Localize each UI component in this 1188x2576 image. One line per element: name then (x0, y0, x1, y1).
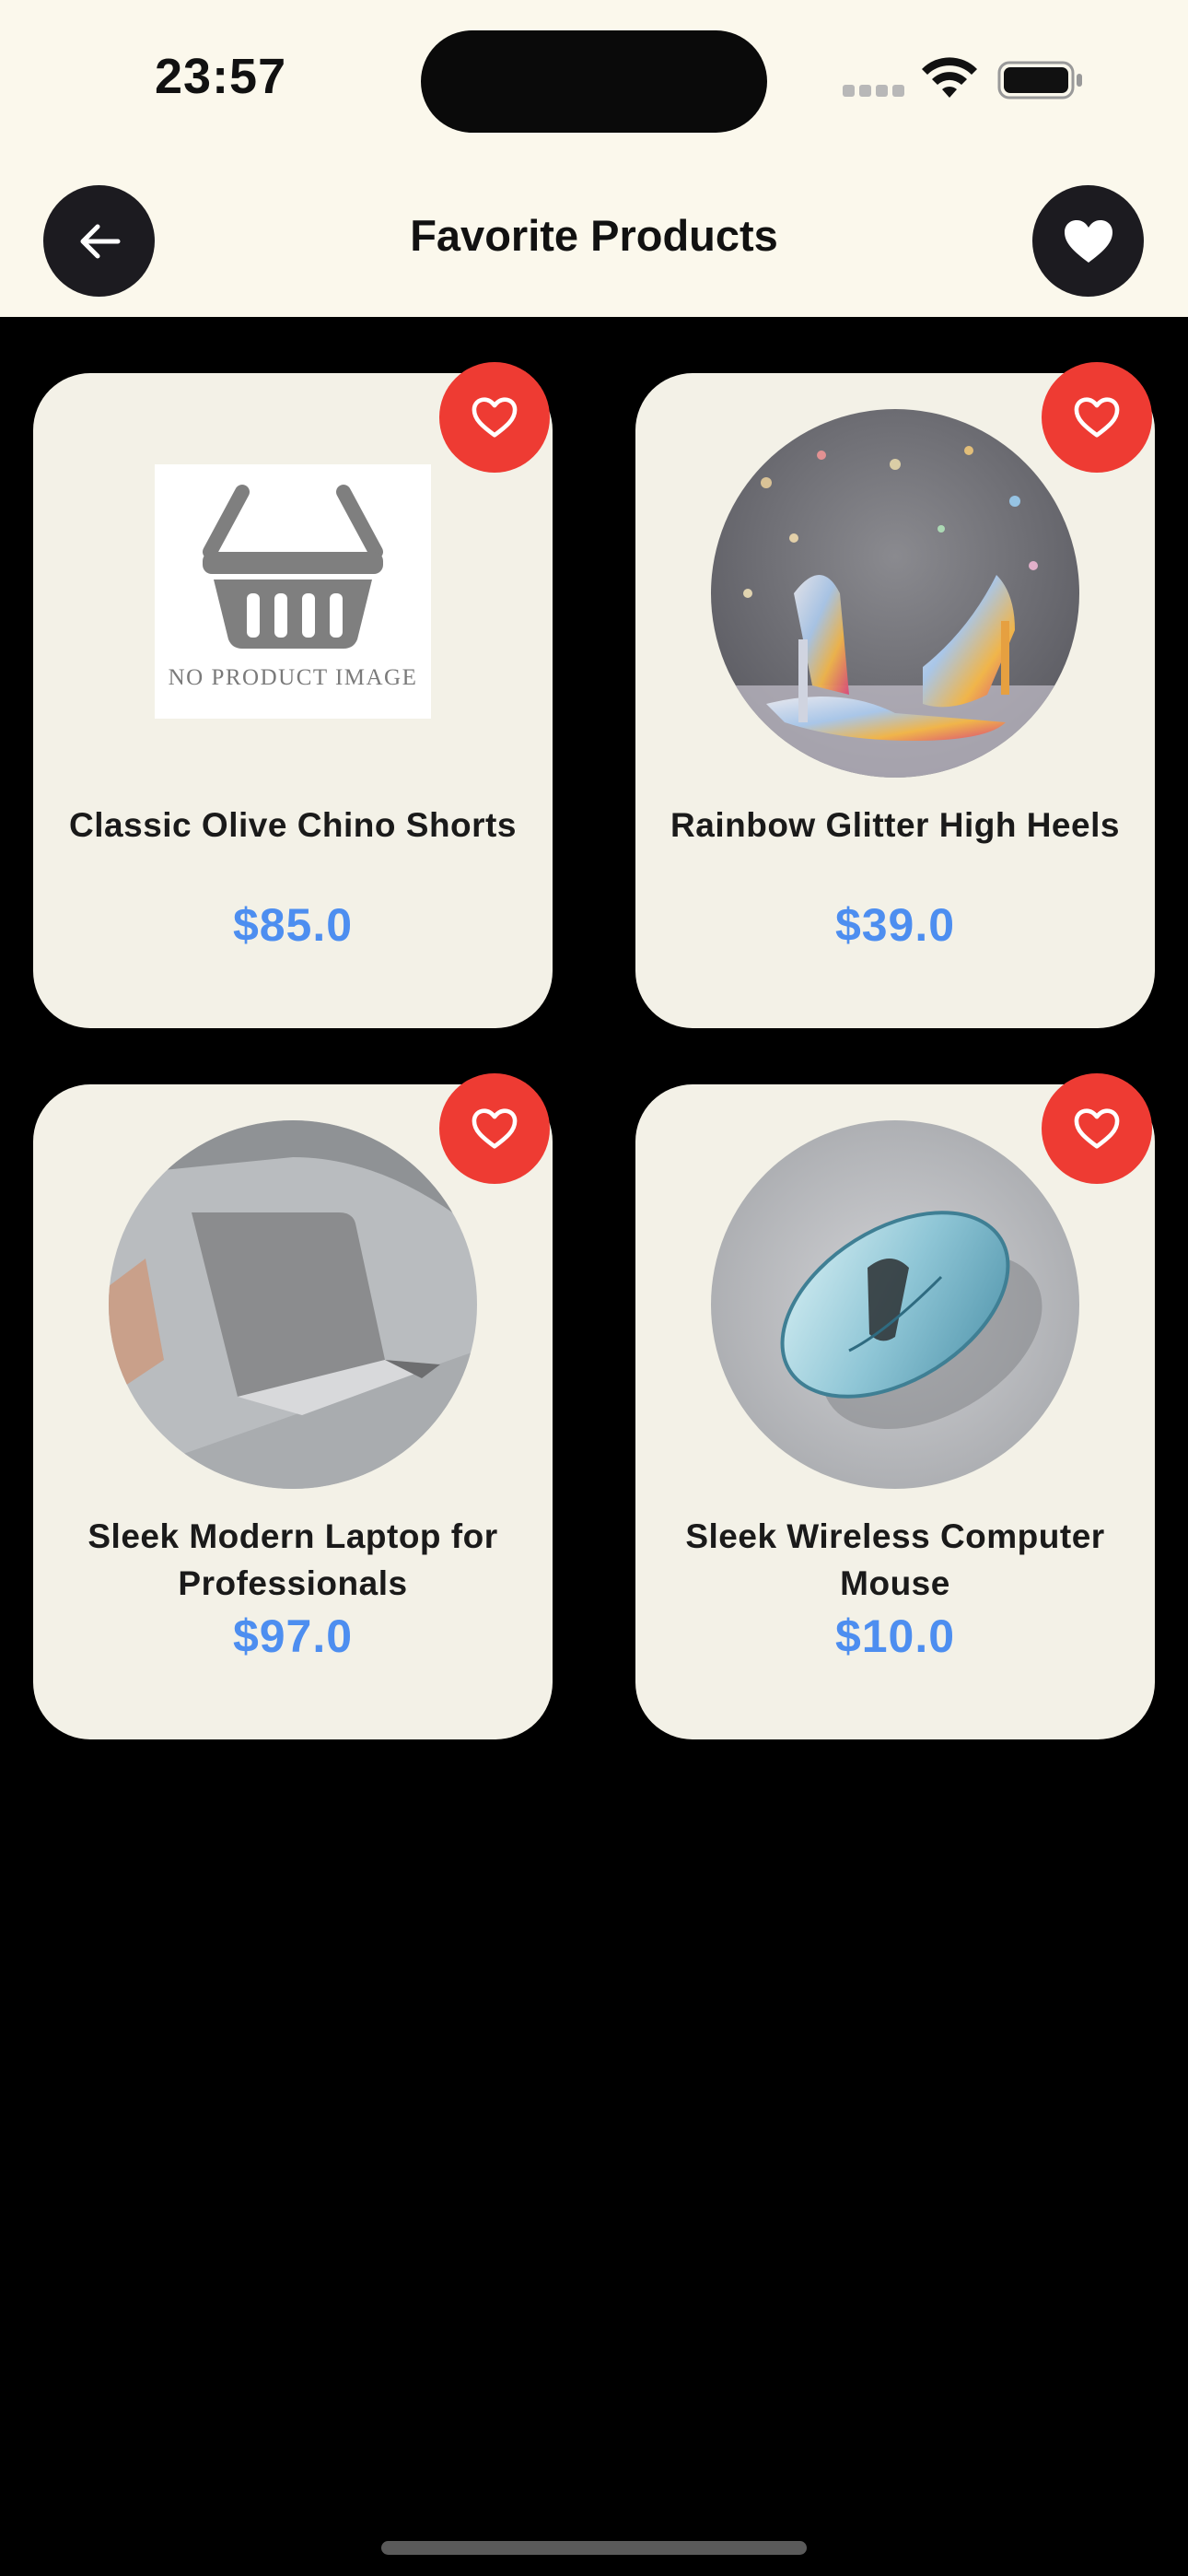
no-image-text: NO PRODUCT IMAGE (168, 665, 418, 690)
heart-outline-icon (1074, 1108, 1120, 1149)
heart-filled-icon (1064, 219, 1112, 263)
product-image-laptop (109, 1120, 477, 1489)
laptop-image (109, 1120, 477, 1489)
product-name: Rainbow Glitter High Heels (670, 806, 1120, 844)
product-card[interactable]: Sleek Modern Laptop for Professionals $9… (33, 1073, 553, 1739)
product-price: $10.0 (834, 1610, 956, 1662)
favorite-toggle[interactable] (1042, 1073, 1152, 1184)
home-indicator[interactable] (381, 2541, 807, 2555)
high-heels-image (711, 409, 1079, 778)
product-price: $85.0 (232, 899, 354, 951)
wifi-icon (922, 57, 977, 98)
heart-outline-icon (1074, 397, 1120, 438)
favorite-toggle[interactable] (439, 1073, 550, 1184)
cellular-signal-icon (843, 85, 905, 100)
product-image-mouse (711, 1120, 1079, 1489)
product-price: $97.0 (232, 1610, 354, 1662)
product-name: Classic Olive Chino Shorts (69, 806, 517, 844)
product-price: $39.0 (834, 899, 956, 951)
product-card[interactable]: Rainbow Glitter High Heels $39.0 (635, 362, 1155, 1028)
product-name: Sleek Modern Laptop for Professionals (87, 1517, 498, 1602)
heart-outline-icon (472, 397, 518, 438)
battery-icon (997, 61, 1082, 100)
favorite-toggle[interactable] (1042, 362, 1152, 473)
favorite-toggle[interactable] (439, 362, 550, 473)
dynamic-island (421, 30, 767, 133)
product-image-high-heels (711, 409, 1079, 778)
product-card[interactable]: NO PRODUCT IMAGE Classic Olive Chino Sho… (33, 362, 553, 1028)
mouse-image (711, 1120, 1079, 1489)
favorites-button[interactable] (1032, 185, 1144, 297)
top-bar: 23:57 Favorite Products (0, 0, 1188, 317)
page-title: Favorite Products (410, 211, 778, 260)
status-time: 23:57 (155, 49, 287, 104)
product-image-placeholder: NO PRODUCT IMAGE (155, 464, 431, 719)
product-card[interactable]: Sleek Wireless Computer Mouse $10.0 (635, 1073, 1155, 1739)
heart-outline-icon (472, 1108, 518, 1149)
favorites-screen: 23:57 Favorite Products NO PRODUCT IMAGE… (0, 0, 1188, 2576)
product-name: Sleek Wireless Computer Mouse (685, 1517, 1105, 1602)
